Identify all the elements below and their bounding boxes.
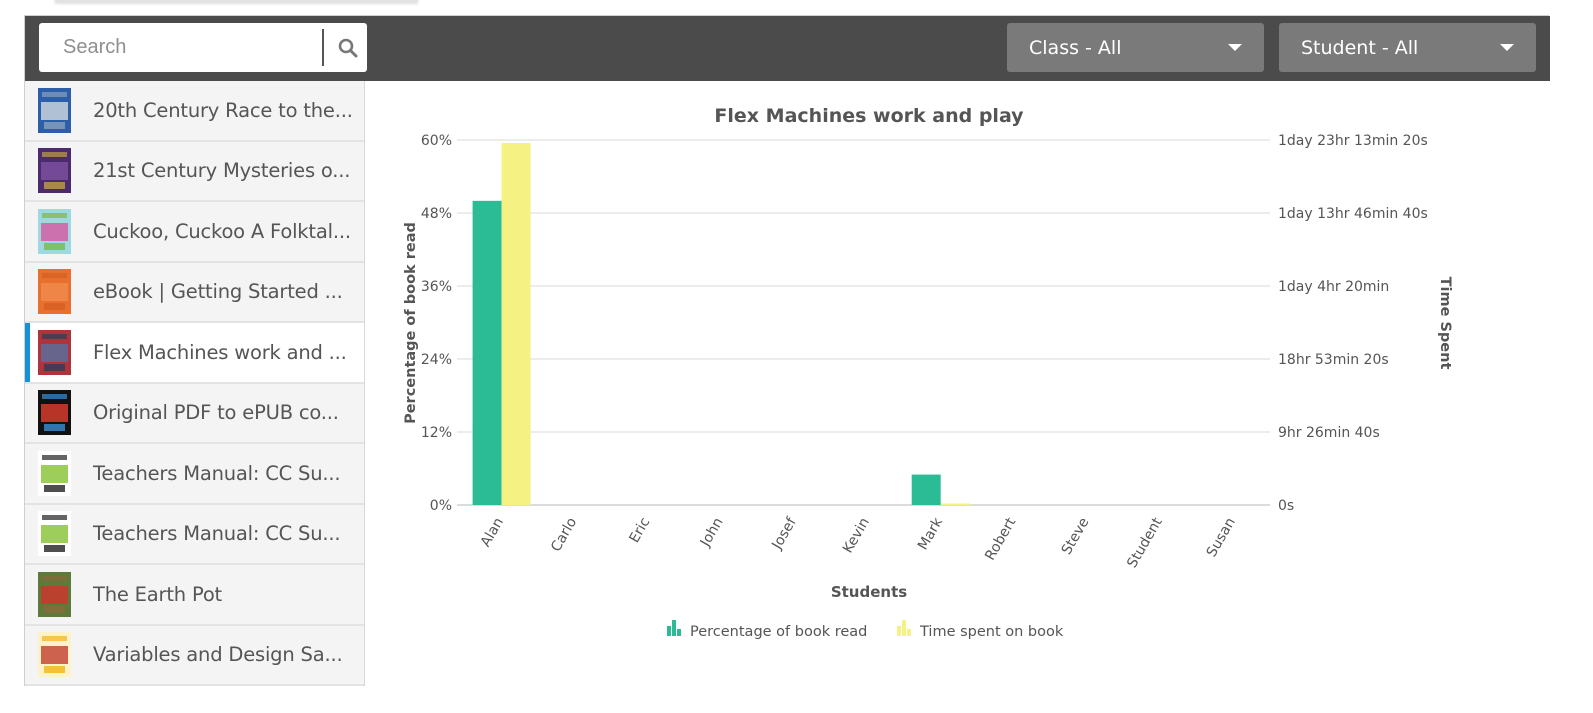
class-filter-label: Class - All: [1029, 36, 1122, 59]
book-cover-thumbnail: [38, 329, 71, 375]
bar-time-alan: [501, 143, 531, 505]
search-input[interactable]: [39, 23, 323, 72]
toolbar: Class - All Student - All: [25, 16, 1550, 81]
x-tick-label: Alan: [478, 515, 507, 550]
right-axis-ticks: 0s 9hr 26min 40s 18hr 53min 20s 1day 4hr 20…: [1278, 133, 1428, 514]
x-tick-label: John: [697, 515, 727, 550]
y-tick-label: 60%: [421, 133, 452, 149]
y2-tick-label: 1day 13hr 46min 40s: [1278, 206, 1428, 222]
y-axis-label: Percentage of book read: [403, 222, 419, 424]
book-list-item[interactable]: 21st Century Mysteries o...: [25, 141, 364, 202]
book-title: The Earth Pot: [93, 582, 222, 606]
x-tick-label: Susan: [1204, 515, 1239, 560]
legend-bar-icon: [677, 629, 681, 636]
legend-bar-icon: [667, 626, 671, 636]
x-axis-label: Students: [831, 583, 907, 601]
legend-bar-icon: [897, 626, 901, 636]
bar-chart: Flex Machines work and play 0% 12% 24% 36% 4…: [403, 105, 1453, 640]
legend-item[interactable]: Time spent on book: [897, 620, 1064, 640]
book-list-item[interactable]: 20th Century Race to the...: [25, 81, 364, 142]
book-title: Variables and Design Sa...: [93, 643, 343, 667]
class-filter-dropdown[interactable]: Class - All: [1007, 23, 1264, 72]
book-cover-thumbnail: [38, 511, 71, 557]
book-cover-thumbnail: [38, 571, 71, 617]
book-list-item[interactable]: eBook | Getting Started ...: [25, 262, 364, 323]
legend-bar-icon: [907, 629, 911, 636]
y2-axis-label: Time Spent: [1437, 277, 1453, 370]
legend-bar-icon: [902, 620, 906, 636]
search-icon: [338, 38, 357, 57]
book-title: Cuckoo, Cuckoo A Folktal...: [93, 219, 351, 243]
chart-title: Flex Machines work and play: [714, 105, 1024, 127]
book-cover-thumbnail: [38, 87, 71, 133]
x-tick-label: Mark: [915, 514, 947, 553]
book-list-item[interactable]: Flex Machines work and ...: [25, 323, 364, 384]
y2-tick-label: 0s: [1278, 498, 1294, 514]
book-cover-thumbnail: [38, 632, 71, 678]
legend-label: Percentage of book read: [690, 624, 867, 640]
book-title: eBook | Getting Started ...: [93, 280, 343, 304]
top-shadow-strip: [55, 0, 418, 2]
legend-item[interactable]: Percentage of book read: [667, 620, 867, 640]
caret-down-icon: [1228, 44, 1242, 51]
book-cover-thumbnail: [38, 269, 71, 315]
book-list: 20th Century Race to the... 21st Century …: [25, 81, 365, 686]
left-axis-ticks: 0% 12% 24% 36% 48% 60%: [421, 133, 452, 514]
x-tick-label: Steve: [1059, 515, 1093, 558]
chart-panel: Flex Machines work and play 0% 12% 24% 36% 4…: [365, 81, 1549, 686]
book-cover-thumbnail: [38, 208, 71, 254]
book-list-item[interactable]: Original PDF to ePUB co...: [25, 383, 364, 444]
book-cover-thumbnail: [38, 148, 71, 194]
legend-bar-icon: [672, 620, 676, 636]
y-tick-label: 12%: [421, 425, 452, 441]
y-tick-label: 24%: [421, 352, 452, 368]
book-cover-thumbnail: [38, 390, 71, 436]
y-tick-label: 48%: [421, 206, 452, 222]
x-axis-ticks: Alan Carlo Eric John Josef Kevin Mark Robert Ste…: [478, 514, 1239, 571]
y2-tick-label: 18hr 53min 20s: [1278, 352, 1389, 368]
reading-report-app: Class - All Student - All 20th Century R…: [24, 15, 1550, 686]
x-tick-label: Carlo: [548, 515, 580, 555]
bar-time-mark: [940, 503, 970, 505]
book-list-item[interactable]: Teachers Manual: CC Su...: [25, 444, 364, 505]
chart-legend: Percentage of book read Time spent on boo…: [667, 620, 1064, 640]
book-title: Flex Machines work and ...: [93, 340, 347, 364]
book-title: Original PDF to ePUB co...: [93, 401, 339, 425]
bar-percentage-mark: [911, 474, 941, 505]
y-tick-label: 0%: [430, 498, 452, 514]
book-title: Teachers Manual: CC Su...: [93, 461, 341, 485]
book-cover-thumbnail: [38, 450, 71, 496]
search-divider: [322, 29, 324, 66]
x-tick-label: Kevin: [840, 515, 873, 556]
book-title: 21st Century Mysteries o...: [93, 159, 351, 183]
book-list-item[interactable]: Cuckoo, Cuckoo A Folktal...: [25, 202, 364, 263]
x-tick-label: Robert: [982, 515, 1019, 564]
search-button[interactable]: [328, 23, 367, 72]
x-tick-label: Student: [1124, 515, 1166, 571]
book-list-item[interactable]: Variables and Design Sa...: [25, 625, 364, 686]
book-title: 20th Century Race to the...: [93, 98, 353, 122]
y2-tick-label: 1day 23hr 13min 20s: [1278, 133, 1428, 149]
gridlines: [457, 139, 1270, 506]
y2-tick-label: 1day 4hr 20min: [1278, 279, 1389, 295]
bar-percentage-alan: [472, 200, 502, 505]
caret-down-icon: [1500, 44, 1514, 51]
student-filter-label: Student - All: [1301, 36, 1419, 59]
x-tick-label: Josef: [769, 514, 801, 553]
book-list-item[interactable]: Teachers Manual: CC Su...: [25, 504, 364, 565]
book-list-item[interactable]: The Earth Pot: [25, 565, 364, 626]
x-tick-label: Eric: [626, 515, 653, 546]
y-tick-label: 36%: [421, 279, 452, 295]
y2-tick-label: 9hr 26min 40s: [1278, 425, 1380, 441]
search-box: [39, 23, 367, 72]
student-filter-dropdown[interactable]: Student - All: [1279, 23, 1536, 72]
legend-label: Time spent on book: [919, 624, 1064, 640]
bars: [472, 143, 970, 505]
book-title: Teachers Manual: CC Su...: [93, 522, 341, 546]
